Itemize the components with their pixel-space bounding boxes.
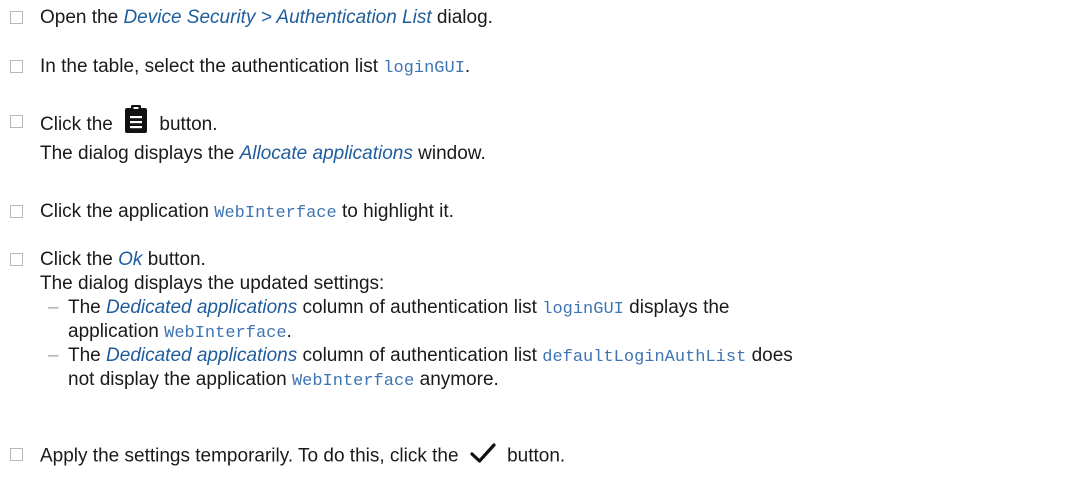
checkbox[interactable] <box>10 60 23 73</box>
window-name-link[interactable]: Allocate applications <box>240 143 413 164</box>
step-text: Click the Ok button. <box>40 249 206 270</box>
step-result: The dialog displays the Allocate applica… <box>40 143 486 164</box>
code-value: defaultLoginAuthList <box>542 348 747 367</box>
step-2: In the table, select the authentication … <box>10 55 1067 79</box>
dialog-path-link[interactable]: Device Security > Authentication List <box>123 7 431 28</box>
checkbox[interactable] <box>10 205 23 218</box>
instruction-list: Open the Device Security > Authenticatio… <box>0 0 1077 479</box>
step-3: Click the button. The dialog displays th… <box>10 104 1067 164</box>
checkmark-icon <box>470 443 496 470</box>
step-text: Open the Device Security > Authenticatio… <box>40 7 493 28</box>
step-4: Click the application WebInterface to hi… <box>10 200 1067 224</box>
step-text: Click the application WebInterface to hi… <box>40 201 454 223</box>
step-result: The dialog displays the updated settings… <box>40 273 385 294</box>
step-1: Open the Device Security > Authenticatio… <box>10 6 1067 30</box>
ok-button-link[interactable]: Ok <box>118 249 142 270</box>
bullet-line: not display the application WebInterface… <box>68 369 499 391</box>
bullet-line: application WebInterface. <box>68 321 292 343</box>
column-name: Dedicated applications <box>106 297 298 318</box>
step-6: Apply the settings temporarily. To do th… <box>10 443 1067 467</box>
checkbox[interactable] <box>10 253 23 266</box>
column-name: Dedicated applications <box>106 345 298 366</box>
bullet-line: The Dedicated applications column of aut… <box>68 345 793 367</box>
step-5: Click the Ok button. The dialog displays… <box>10 248 1067 391</box>
code-value: WebInterface <box>214 204 337 223</box>
step-text: Apply the settings temporarily. To do th… <box>40 443 565 470</box>
code-value: WebInterface <box>164 324 287 343</box>
clipboard-icon <box>124 104 148 146</box>
step-text: In the table, select the authentication … <box>40 56 471 78</box>
code-value: loginGUI <box>542 300 624 319</box>
checkbox[interactable] <box>10 115 23 128</box>
checkbox[interactable] <box>10 448 23 461</box>
bullet-dash: – <box>48 345 59 366</box>
bullet-line: The Dedicated applications column of aut… <box>68 297 730 319</box>
code-value: WebInterface <box>291 372 415 391</box>
bullet-dash: – <box>48 297 59 318</box>
code-value: loginGUI <box>383 59 465 78</box>
checkbox[interactable] <box>10 11 23 24</box>
step-text: Click the button. <box>40 104 218 146</box>
